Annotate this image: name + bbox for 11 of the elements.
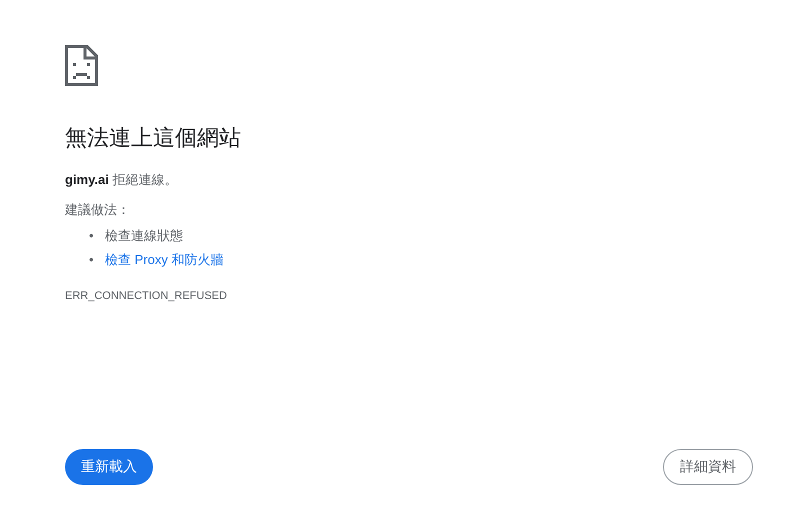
- error-title: 無法連上這個網站: [65, 124, 241, 152]
- sad-page-icon: [65, 45, 98, 86]
- details-button[interactable]: 詳細資料: [663, 449, 753, 485]
- error-code: ERR_CONNECTION_REFUSED: [65, 289, 227, 304]
- error-message: gimy.ai 拒絕連線。: [65, 171, 178, 189]
- bullet-mark: •: [89, 251, 95, 269]
- suggestion-link[interactable]: 檢查 Proxy 和防火牆: [105, 248, 224, 272]
- reload-button[interactable]: 重新載入: [65, 449, 153, 485]
- suggestion-item: 檢查連線狀態: [105, 227, 183, 245]
- suggestions-heading: 建議做法：: [65, 201, 130, 219]
- bullet-mark: •: [89, 227, 95, 245]
